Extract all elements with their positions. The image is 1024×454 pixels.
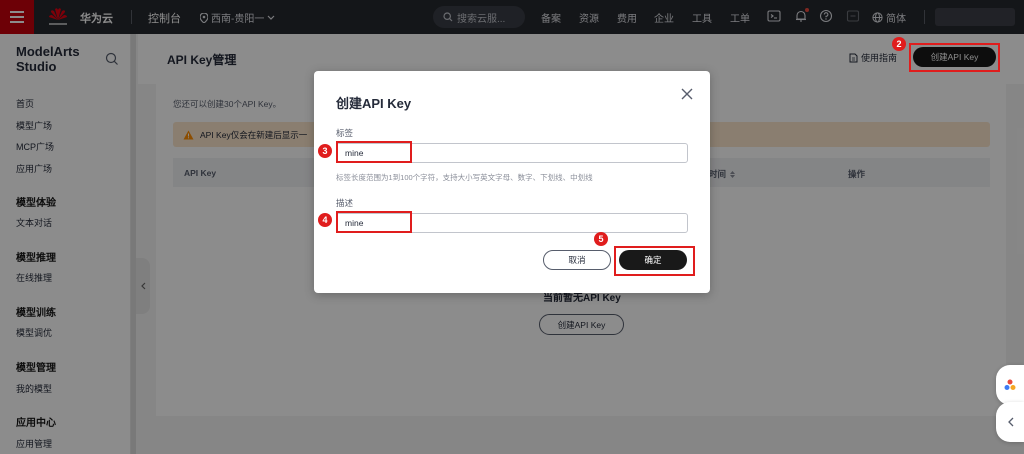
assistant-icon xyxy=(1004,379,1016,390)
close-icon[interactable] xyxy=(680,87,694,101)
highlight-description-input xyxy=(336,211,412,233)
step-badge-3: 3 xyxy=(318,144,332,158)
description-label: 描述 xyxy=(336,198,354,208)
tag-label: 标签 xyxy=(336,128,354,138)
tag-hint: 标签长度范围为1到100个字符，支持大小写英文字母、数字、下划线、中划线 xyxy=(336,173,593,182)
highlight-create-button xyxy=(909,43,1000,72)
step-badge-4: 4 xyxy=(318,213,332,227)
step-badge-2: 2 xyxy=(892,37,906,51)
chevron-left-icon xyxy=(1007,417,1013,427)
cancel-button[interactable]: 取消 xyxy=(543,250,611,270)
highlight-confirm-button xyxy=(614,246,695,276)
ai-assistant-button[interactable] xyxy=(996,365,1024,405)
dialog-title: 创建API Key xyxy=(336,96,412,111)
float-collapse-button[interactable] xyxy=(996,402,1024,442)
step-badge-5: 5 xyxy=(594,232,608,246)
highlight-tag-input xyxy=(336,141,412,163)
